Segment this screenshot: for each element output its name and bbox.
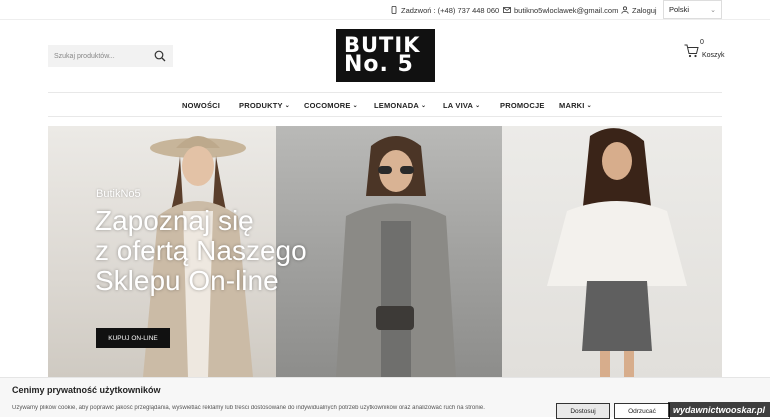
hero-title: Zapoznaj się z ofertą Naszego Sklepu On-… bbox=[95, 206, 335, 296]
search-input[interactable]: Szukaj produktów... bbox=[48, 45, 173, 67]
nav-item-la-viva[interactable]: LA VIVA ⌄ bbox=[443, 93, 480, 118]
nav-label: COCOMORE bbox=[304, 101, 351, 110]
hero-title-line: z ofertą Naszego bbox=[95, 235, 307, 266]
user-icon bbox=[621, 6, 629, 14]
chevron-down-icon: ⌄ bbox=[710, 7, 716, 14]
model-illustration bbox=[547, 128, 687, 377]
main-nav: NOWOŚCI PRODUKTY ⌄ COCOMORE ⌄ LEMONADA ⌄ LA… bbox=[48, 92, 722, 117]
phone-icon bbox=[391, 6, 397, 14]
language-select[interactable]: Polski ⌄ bbox=[663, 0, 722, 19]
nav-item-nowosci[interactable]: NOWOŚCI bbox=[182, 93, 220, 118]
login-link[interactable]: Zaloguj bbox=[621, 0, 657, 20]
cart-label: Koszyk bbox=[702, 52, 725, 59]
hero-title-line: Sklepu On-line bbox=[95, 265, 279, 296]
watermark: wydawnictwooskar.pl bbox=[668, 402, 770, 417]
nav-item-promocje[interactable]: PROMOCJE bbox=[500, 93, 545, 118]
nav-item-cocomore[interactable]: COCOMORE ⌄ bbox=[304, 93, 358, 118]
site-logo[interactable]: BUTIK No. 5 bbox=[336, 29, 435, 82]
nav-label: NOWOŚCI bbox=[182, 101, 221, 110]
nav-item-marki[interactable]: MARKI ⌄ bbox=[559, 93, 592, 118]
cookie-title: Cenimy prywatność użytkowników bbox=[12, 385, 161, 395]
nav-label: MARKI bbox=[559, 101, 585, 110]
phone-text: Zadzwoń : (+48) 737 448 060 bbox=[401, 5, 500, 15]
nav-label: PROMOCJE bbox=[500, 101, 545, 110]
cart-icon bbox=[684, 44, 699, 58]
cookie-banner: Cenimy prywatność użytkowników Używamy p… bbox=[0, 377, 770, 419]
shop-online-button[interactable]: KUPUJ ON-LINE bbox=[96, 328, 170, 348]
nav-item-lemonada[interactable]: LEMONADA ⌄ bbox=[374, 93, 426, 118]
cart-count: 0 bbox=[700, 39, 704, 46]
language-value: Polski bbox=[669, 5, 690, 14]
nav-label: LA VIVA bbox=[443, 101, 474, 110]
phone-link[interactable]: Zadzwoń : (+48) 737 448 060 bbox=[390, 0, 499, 20]
logo-line2: No. 5 bbox=[344, 52, 414, 77]
hero-photo-right bbox=[502, 126, 722, 377]
chevron-down-icon: ⌄ bbox=[284, 103, 290, 109]
chevron-down-icon: ⌄ bbox=[475, 103, 481, 109]
mail-icon bbox=[503, 7, 511, 13]
chevron-down-icon: ⌄ bbox=[586, 103, 592, 109]
top-bar: Zadzwoń : (+48) 737 448 060 butikno5wloc… bbox=[0, 0, 770, 20]
nav-label: LEMONADA bbox=[374, 101, 419, 110]
hero-subtitle: ButikNo5 bbox=[96, 188, 141, 200]
hero-title-line: Zapoznaj się bbox=[95, 205, 254, 236]
email-text: butikno5wloclawek@gmail.com bbox=[514, 5, 619, 15]
nav-label: PRODUKTY bbox=[239, 101, 283, 110]
email-link[interactable]: butikno5wloclawek@gmail.com bbox=[503, 0, 618, 20]
search-placeholder: Szukaj produktów... bbox=[54, 52, 115, 60]
login-text: Zaloguj bbox=[632, 5, 657, 15]
chevron-down-icon: ⌄ bbox=[352, 103, 358, 109]
cookie-text: Używamy plików cookie, aby poprawić jako… bbox=[12, 405, 485, 411]
nav-item-produkty[interactable]: PRODUKTY ⌄ bbox=[239, 93, 290, 118]
cart-button[interactable]: 0 Koszyk bbox=[684, 39, 725, 63]
search-icon[interactable] bbox=[154, 50, 166, 62]
chevron-down-icon: ⌄ bbox=[420, 103, 427, 109]
